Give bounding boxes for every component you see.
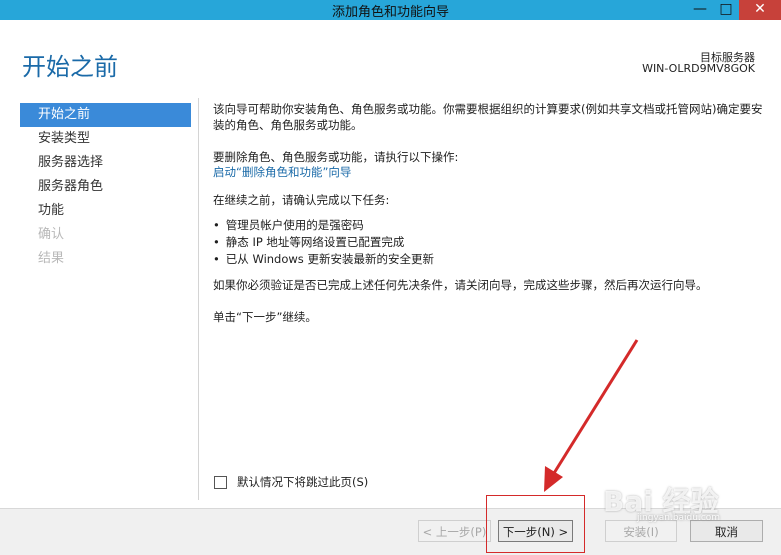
annotation-arrow bbox=[544, 339, 639, 492]
baidu-watermark-url: jingyan.baidu.com bbox=[637, 513, 721, 523]
